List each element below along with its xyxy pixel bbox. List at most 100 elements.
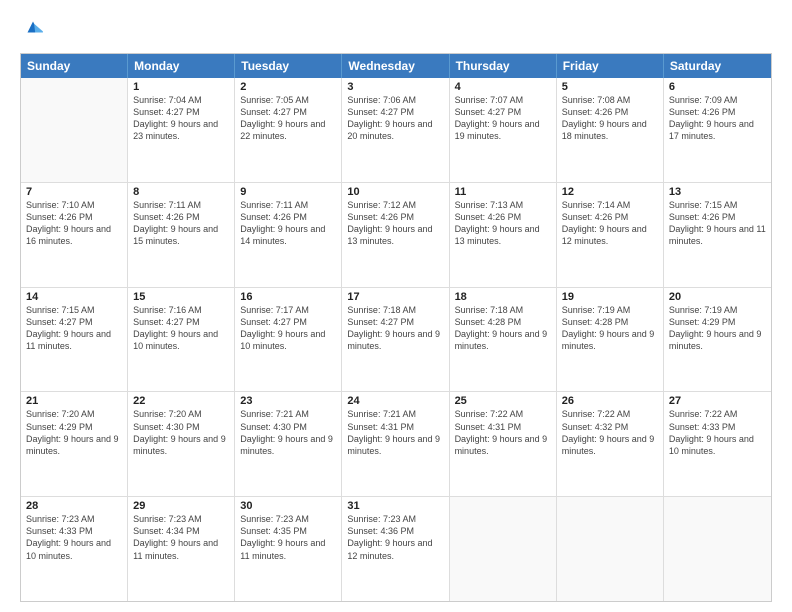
calendar-cell: 5Sunrise: 7:08 AMSunset: 4:26 PMDaylight… [557,78,664,182]
cell-info: Sunrise: 7:21 AMSunset: 4:31 PMDaylight:… [347,408,443,457]
header [20,16,772,43]
calendar-cell: 11Sunrise: 7:13 AMSunset: 4:26 PMDayligh… [450,183,557,287]
cell-info: Sunrise: 7:11 AMSunset: 4:26 PMDaylight:… [240,199,336,248]
calendar-cell: 1Sunrise: 7:04 AMSunset: 4:27 PMDaylight… [128,78,235,182]
header-day-thursday: Thursday [450,54,557,78]
day-number: 27 [669,395,766,407]
calendar-cell: 22Sunrise: 7:20 AMSunset: 4:30 PMDayligh… [128,392,235,496]
calendar-cell: 9Sunrise: 7:11 AMSunset: 4:26 PMDaylight… [235,183,342,287]
calendar-cell [557,497,664,601]
day-number: 30 [240,500,336,512]
calendar-cell: 26Sunrise: 7:22 AMSunset: 4:32 PMDayligh… [557,392,664,496]
day-number: 25 [455,395,551,407]
calendar-cell: 24Sunrise: 7:21 AMSunset: 4:31 PMDayligh… [342,392,449,496]
calendar-cell: 14Sunrise: 7:15 AMSunset: 4:27 PMDayligh… [21,288,128,392]
calendar-cell [21,78,128,182]
day-number: 11 [455,186,551,198]
header-day-monday: Monday [128,54,235,78]
page: SundayMondayTuesdayWednesdayThursdayFrid… [0,0,792,612]
cell-info: Sunrise: 7:22 AMSunset: 4:33 PMDaylight:… [669,408,766,457]
day-number: 16 [240,291,336,303]
cell-info: Sunrise: 7:23 AMSunset: 4:36 PMDaylight:… [347,513,443,562]
logo-icon [22,16,44,38]
day-number: 14 [26,291,122,303]
calendar-cell: 20Sunrise: 7:19 AMSunset: 4:29 PMDayligh… [664,288,771,392]
cell-info: Sunrise: 7:10 AMSunset: 4:26 PMDaylight:… [26,199,122,248]
day-number: 5 [562,81,658,93]
cell-info: Sunrise: 7:20 AMSunset: 4:29 PMDaylight:… [26,408,122,457]
logo [20,16,44,43]
cell-info: Sunrise: 7:15 AMSunset: 4:27 PMDaylight:… [26,304,122,353]
calendar-cell: 28Sunrise: 7:23 AMSunset: 4:33 PMDayligh… [21,497,128,601]
calendar-cell: 13Sunrise: 7:15 AMSunset: 4:26 PMDayligh… [664,183,771,287]
calendar-cell [450,497,557,601]
calendar-cell: 16Sunrise: 7:17 AMSunset: 4:27 PMDayligh… [235,288,342,392]
calendar-cell: 27Sunrise: 7:22 AMSunset: 4:33 PMDayligh… [664,392,771,496]
calendar-cell [664,497,771,601]
calendar-cell: 15Sunrise: 7:16 AMSunset: 4:27 PMDayligh… [128,288,235,392]
header-day-tuesday: Tuesday [235,54,342,78]
calendar-cell: 21Sunrise: 7:20 AMSunset: 4:29 PMDayligh… [21,392,128,496]
cell-info: Sunrise: 7:15 AMSunset: 4:26 PMDaylight:… [669,199,766,248]
calendar-cell: 8Sunrise: 7:11 AMSunset: 4:26 PMDaylight… [128,183,235,287]
day-number: 8 [133,186,229,198]
day-number: 17 [347,291,443,303]
day-number: 4 [455,81,551,93]
day-number: 1 [133,81,229,93]
day-number: 24 [347,395,443,407]
day-number: 13 [669,186,766,198]
calendar-cell: 3Sunrise: 7:06 AMSunset: 4:27 PMDaylight… [342,78,449,182]
cell-info: Sunrise: 7:22 AMSunset: 4:31 PMDaylight:… [455,408,551,457]
calendar-cell: 12Sunrise: 7:14 AMSunset: 4:26 PMDayligh… [557,183,664,287]
day-number: 26 [562,395,658,407]
calendar-cell: 18Sunrise: 7:18 AMSunset: 4:28 PMDayligh… [450,288,557,392]
cell-info: Sunrise: 7:17 AMSunset: 4:27 PMDaylight:… [240,304,336,353]
calendar-cell: 6Sunrise: 7:09 AMSunset: 4:26 PMDaylight… [664,78,771,182]
calendar-cell: 10Sunrise: 7:12 AMSunset: 4:26 PMDayligh… [342,183,449,287]
cell-info: Sunrise: 7:11 AMSunset: 4:26 PMDaylight:… [133,199,229,248]
calendar-cell: 19Sunrise: 7:19 AMSunset: 4:28 PMDayligh… [557,288,664,392]
cell-info: Sunrise: 7:18 AMSunset: 4:28 PMDaylight:… [455,304,551,353]
day-number: 21 [26,395,122,407]
calendar-row-4: 28Sunrise: 7:23 AMSunset: 4:33 PMDayligh… [21,497,771,601]
header-day-wednesday: Wednesday [342,54,449,78]
day-number: 9 [240,186,336,198]
header-day-saturday: Saturday [664,54,771,78]
cell-info: Sunrise: 7:04 AMSunset: 4:27 PMDaylight:… [133,94,229,143]
cell-info: Sunrise: 7:19 AMSunset: 4:28 PMDaylight:… [562,304,658,353]
cell-info: Sunrise: 7:23 AMSunset: 4:33 PMDaylight:… [26,513,122,562]
header-day-sunday: Sunday [21,54,128,78]
cell-info: Sunrise: 7:07 AMSunset: 4:27 PMDaylight:… [455,94,551,143]
calendar-cell: 25Sunrise: 7:22 AMSunset: 4:31 PMDayligh… [450,392,557,496]
day-number: 31 [347,500,443,512]
header-day-friday: Friday [557,54,664,78]
day-number: 2 [240,81,336,93]
calendar-row-1: 7Sunrise: 7:10 AMSunset: 4:26 PMDaylight… [21,183,771,288]
day-number: 22 [133,395,229,407]
day-number: 18 [455,291,551,303]
day-number: 3 [347,81,443,93]
calendar-row-2: 14Sunrise: 7:15 AMSunset: 4:27 PMDayligh… [21,288,771,393]
calendar-cell: 4Sunrise: 7:07 AMSunset: 4:27 PMDaylight… [450,78,557,182]
cell-info: Sunrise: 7:16 AMSunset: 4:27 PMDaylight:… [133,304,229,353]
calendar-body: 1Sunrise: 7:04 AMSunset: 4:27 PMDaylight… [21,78,771,601]
cell-info: Sunrise: 7:05 AMSunset: 4:27 PMDaylight:… [240,94,336,143]
cell-info: Sunrise: 7:21 AMSunset: 4:30 PMDaylight:… [240,408,336,457]
cell-info: Sunrise: 7:22 AMSunset: 4:32 PMDaylight:… [562,408,658,457]
day-number: 7 [26,186,122,198]
day-number: 15 [133,291,229,303]
calendar-row-3: 21Sunrise: 7:20 AMSunset: 4:29 PMDayligh… [21,392,771,497]
calendar-cell: 29Sunrise: 7:23 AMSunset: 4:34 PMDayligh… [128,497,235,601]
calendar-cell: 2Sunrise: 7:05 AMSunset: 4:27 PMDaylight… [235,78,342,182]
cell-info: Sunrise: 7:13 AMSunset: 4:26 PMDaylight:… [455,199,551,248]
calendar-row-0: 1Sunrise: 7:04 AMSunset: 4:27 PMDaylight… [21,78,771,183]
day-number: 28 [26,500,122,512]
cell-info: Sunrise: 7:20 AMSunset: 4:30 PMDaylight:… [133,408,229,457]
calendar-cell: 30Sunrise: 7:23 AMSunset: 4:35 PMDayligh… [235,497,342,601]
cell-info: Sunrise: 7:08 AMSunset: 4:26 PMDaylight:… [562,94,658,143]
calendar-cell: 17Sunrise: 7:18 AMSunset: 4:27 PMDayligh… [342,288,449,392]
day-number: 19 [562,291,658,303]
cell-info: Sunrise: 7:19 AMSunset: 4:29 PMDaylight:… [669,304,766,353]
day-number: 23 [240,395,336,407]
cell-info: Sunrise: 7:23 AMSunset: 4:35 PMDaylight:… [240,513,336,562]
